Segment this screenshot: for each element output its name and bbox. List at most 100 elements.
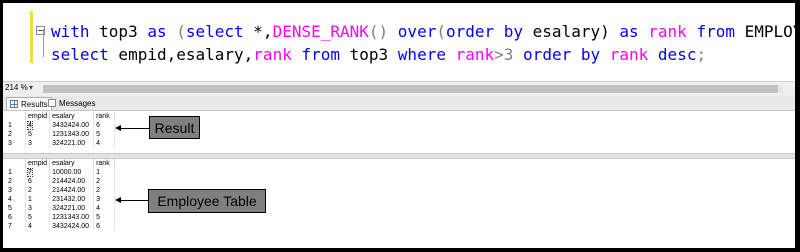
keyword-rank: rank [455,45,495,64]
column-header-esalary[interactable]: esalary [49,112,95,121]
code-text: ; [696,45,707,64]
row-number[interactable]: 2 [6,177,26,186]
table-row[interactable]: 2 5 1231343.00 5 [6,130,116,139]
cell-esalary[interactable]: 3432424.00 [49,222,95,231]
table-row[interactable]: 6 5 1231343.00 5 [6,213,116,222]
cell-empid[interactable]: 5 [25,130,51,139]
grid-icon [10,100,18,108]
code-line-2[interactable]: select empid,esalary,rank from top3 wher… [51,45,706,64]
code-text: EMPLOYEE) [744,22,795,41]
callout-result-label: Result [154,119,195,136]
cell-rank[interactable]: 5 [93,130,116,139]
cell-rank[interactable]: 4 [93,204,116,213]
cell-rank[interactable]: 6 [93,121,116,130]
code-line-1[interactable]: with top3 as (select *,DENSE_RANK() over… [51,22,795,41]
table-row[interactable]: 5 3 324221.00 4 [6,204,116,213]
row-number[interactable]: 2 [6,130,26,139]
keyword-rank: rank [609,45,649,64]
cell-esalary[interactable]: 3432424.00 [49,121,95,130]
keyword-from: from [301,45,340,64]
row-number[interactable]: 3 [6,186,26,195]
keyword-over: over [397,22,437,41]
code-text: top3 [340,45,398,64]
cell-esalary[interactable]: 324221.00 [49,204,95,213]
employee-grid[interactable]: empid esalary rank 1 7 10000.00 1 2 6 21… [6,159,116,231]
code-text: ( [166,22,186,41]
grid-header-row: empid esalary rank [6,159,116,168]
keyword-order-by: order by [445,22,524,41]
zoom-level[interactable]: 214 % [5,83,28,92]
callout-employee-label: Employee Table [157,193,257,209]
keyword-select: select [185,22,244,41]
cell-empid[interactable]: 4 [25,222,51,231]
column-header-esalary[interactable]: esalary [49,159,95,168]
cell-esalary[interactable]: 214424.00 [49,177,95,186]
row-number[interactable]: 5 [6,204,26,213]
messages-icon [48,99,56,107]
table-row[interactable]: 1 7 10000.00 1 [6,168,116,177]
cell-esalary[interactable]: 1231343.00 [49,130,95,139]
tab-results-label: Results [21,99,48,109]
scrollbar-thumb[interactable] [43,85,778,93]
row-number[interactable]: 1 [6,168,26,177]
cell-rank[interactable]: 6 [93,222,116,231]
cell-empid[interactable]: 1 [25,195,51,204]
grid-splitter[interactable] [3,153,795,159]
cell-empid[interactable]: 5 [25,213,51,222]
tab-messages[interactable]: Messages [45,97,98,109]
selected-cell[interactable]: 7 [27,168,33,177]
row-number-header [6,112,26,121]
function-dense-rank: DENSE_RANK [272,22,369,41]
cell-empid[interactable]: 3 [25,139,51,148]
cell-rank[interactable]: 5 [93,213,116,222]
table-row[interactable]: 4 1 231432.00 3 [6,195,116,204]
cell-esalary[interactable]: 10000.00 [49,168,95,177]
arrow-left-icon [115,197,148,203]
table-row[interactable]: 3 3 324221.00 4 [6,139,116,148]
keyword-order-by: order by [523,45,601,64]
cell-rank[interactable]: 1 [93,168,116,177]
code-text: () [368,22,398,41]
row-number[interactable]: 1 [6,121,26,130]
table-row[interactable]: 7 4 3432424.00 6 [6,222,116,231]
cell-esalary[interactable]: 1231343.00 [49,213,95,222]
cell-rank[interactable]: 2 [93,186,116,195]
table-row[interactable]: 2 6 214424.00 2 [6,177,116,186]
callout-result: Result [149,116,200,139]
column-header-empid[interactable]: empid [25,112,51,121]
code-text: esalary) [523,22,620,41]
keyword-rank: rank [253,45,292,64]
zoom-strip: 214 % ▾ [3,81,795,96]
row-number-header [6,159,26,168]
row-number[interactable]: 4 [6,195,26,204]
cell-empid[interactable]: 6 [25,177,51,186]
horizontal-scrollbar[interactable] [43,85,783,93]
keyword-where: where [397,45,446,64]
code-text: *, [243,22,273,41]
cell-empid[interactable]: 2 [25,186,51,195]
keyword-select: select [51,45,109,64]
column-header-empid[interactable]: empid [25,159,51,168]
row-number[interactable]: 3 [6,139,26,148]
result-grid[interactable]: empid esalary rank 1 4 3432424.00 6 2 5 … [6,112,116,148]
cell-rank[interactable]: 2 [93,177,116,186]
row-number[interactable]: 6 [6,213,26,222]
cell-esalary[interactable]: 214424.00 [49,186,95,195]
table-row[interactable]: 1 4 3432424.00 6 [6,121,116,130]
column-header-rank[interactable]: rank [93,112,116,121]
row-number[interactable]: 7 [6,222,26,231]
result-tabs: Results Messages [3,96,795,111]
cell-rank[interactable]: 4 [93,139,116,148]
selected-cell[interactable]: 4 [27,121,33,130]
cell-esalary[interactable]: 231432.00 [49,195,95,204]
cell-esalary[interactable]: 324221.00 [49,139,95,148]
column-header-rank[interactable]: rank [93,159,116,168]
window-frame: with top3 as (select *,DENSE_RANK() over… [3,3,795,248]
cell-empid[interactable]: 3 [25,204,51,213]
zoom-dropdown-icon[interactable]: ▾ [29,83,33,92]
sql-editor[interactable]: with top3 as (select *,DENSE_RANK() over… [3,3,795,81]
cell-rank[interactable]: 3 [93,195,116,204]
table-row[interactable]: 3 2 214424.00 2 [6,186,116,195]
